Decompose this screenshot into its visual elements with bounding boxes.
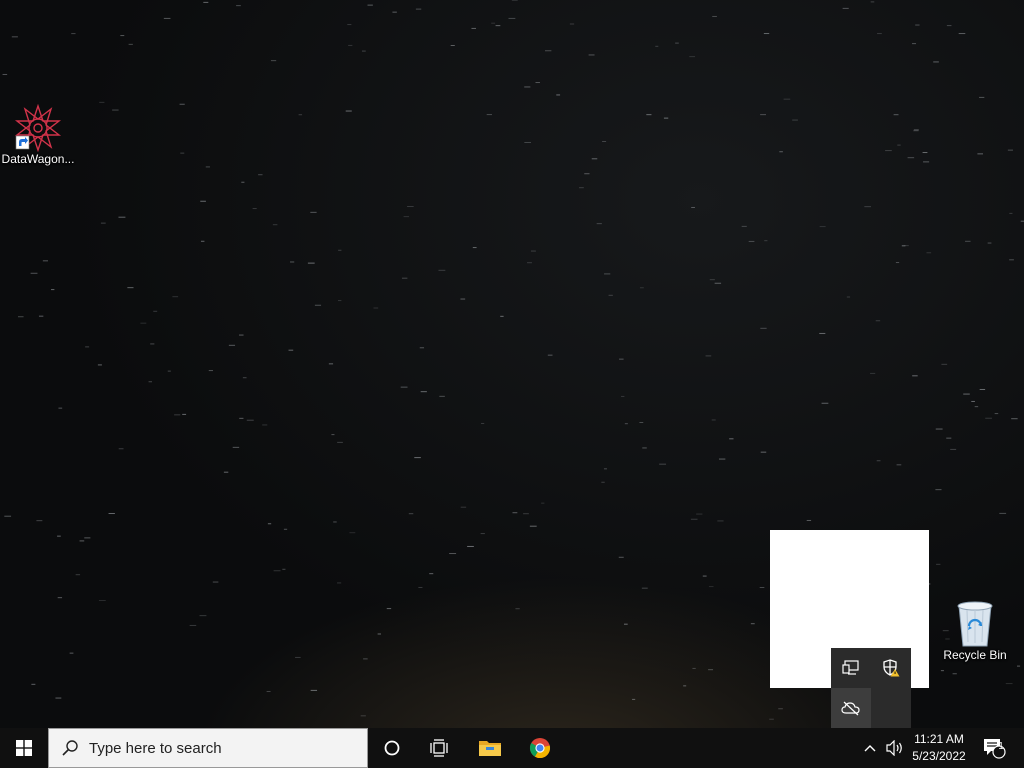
notification-count-badge: 1 — [998, 741, 1004, 752]
chrome-icon — [529, 738, 551, 759]
action-center-button[interactable]: 1 — [976, 728, 1012, 768]
show-hidden-icons-button[interactable] — [860, 728, 880, 768]
start-button[interactable] — [0, 728, 48, 768]
desktop-icon-label: Recycle Bin — [943, 648, 1007, 662]
search-placeholder: Type here to search — [89, 739, 222, 757]
chevron-up-icon — [864, 745, 876, 752]
taskbar-clock[interactable]: 11:21 AM 5/23/2022 — [908, 728, 970, 768]
datawagon-app-icon — [14, 104, 62, 152]
clock-time: 11:21 AM — [914, 732, 964, 746]
taskbar: Type here to search 11:21 AM 5/23/2022 1 — [0, 728, 1024, 768]
file-explorer-icon — [479, 741, 501, 756]
search-icon — [62, 740, 78, 756]
windows-logo-icon — [16, 740, 32, 756]
desktop-icon-recycle-bin[interactable]: Recycle Bin — [935, 600, 1015, 662]
task-view-icon — [430, 739, 448, 757]
cloud-offline-icon[interactable] — [831, 688, 871, 728]
security-warning-icon[interactable] — [871, 648, 911, 688]
cortana-button[interactable] — [368, 728, 416, 768]
clock-date: 5/23/2022 — [912, 749, 966, 763]
recycle-bin-icon — [957, 601, 993, 647]
task-view-button[interactable] — [416, 728, 464, 768]
network-icon[interactable] — [831, 648, 871, 688]
desktop-icon-label: DataWagon... — [1, 152, 75, 166]
tray-overflow-flyout — [831, 648, 911, 728]
search-box[interactable]: Type here to search — [48, 728, 368, 768]
volume-icon — [886, 740, 902, 756]
file-explorer-button[interactable] — [466, 728, 514, 768]
chrome-button[interactable] — [516, 728, 564, 768]
desktop-icon-datawagon[interactable]: DataWagon... — [0, 104, 78, 166]
cortana-icon — [384, 740, 400, 756]
volume-button[interactable] — [882, 728, 908, 768]
